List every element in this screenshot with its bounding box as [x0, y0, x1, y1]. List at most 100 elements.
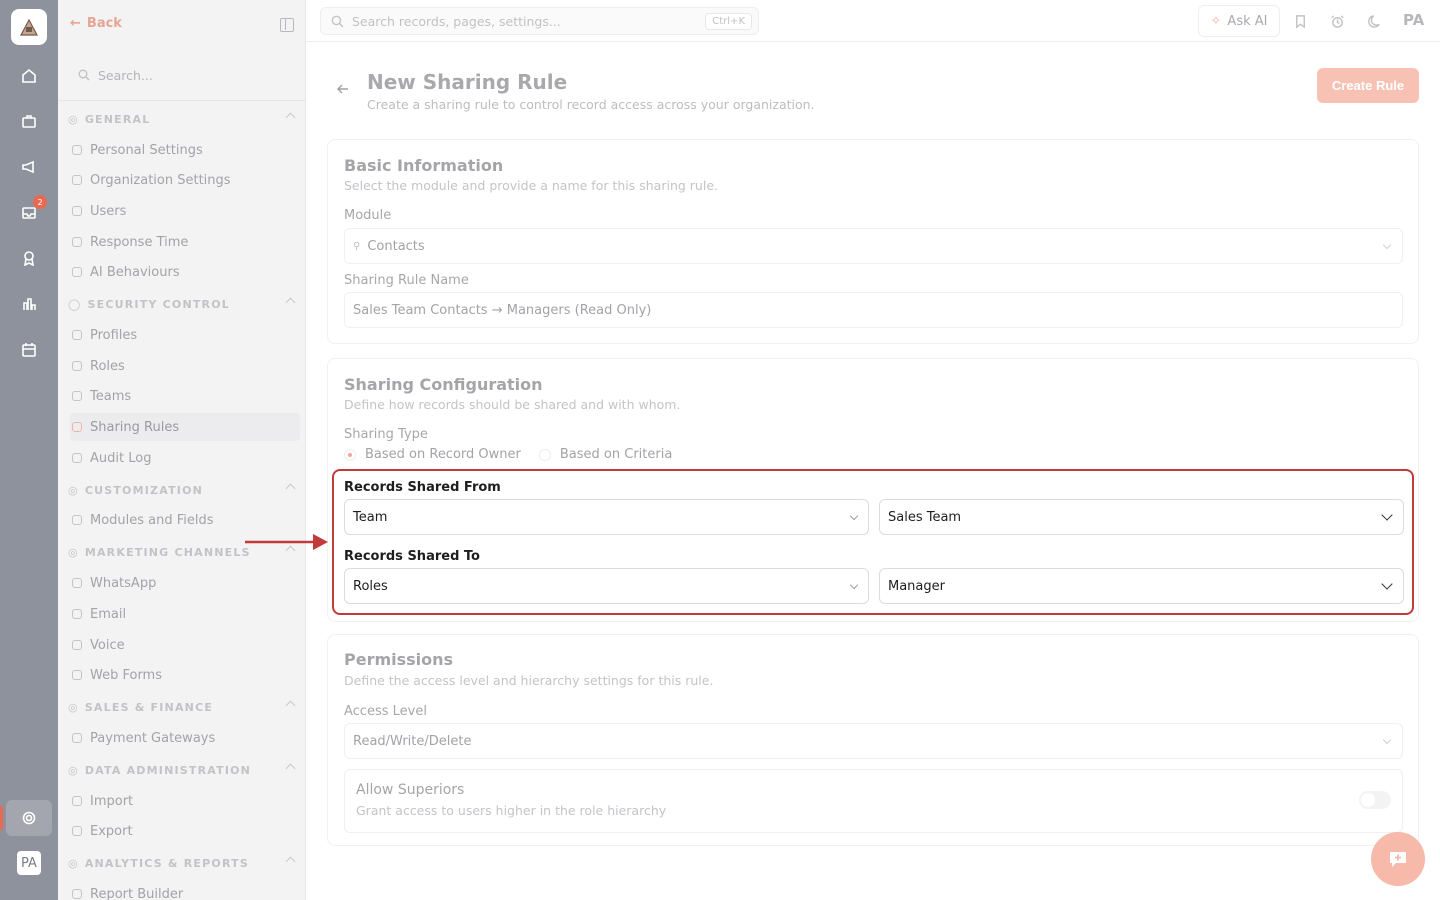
sharing-type-radio-group: Based on Record Owner Based on Criteria [344, 447, 672, 462]
section-customization[interactable]: ◎ CUSTOMIZATION [68, 483, 296, 497]
section-label: MARKETING CHANNELS [84, 546, 251, 559]
bookmark-icon[interactable] [1291, 12, 1309, 30]
shared-to-type-value: Roles [353, 578, 388, 594]
sidebar-item-label: Sharing Rules [90, 419, 180, 435]
megaphone-icon[interactable] [14, 152, 44, 182]
app-logo[interactable] [11, 9, 47, 45]
chart-icon[interactable] [14, 289, 44, 319]
chevron-down-icon [1382, 735, 1392, 745]
sidebar-item-label: Teams [90, 388, 132, 404]
sidebar-item-label: Audit Log [90, 450, 152, 466]
radio-criteria[interactable] [538, 448, 551, 461]
sidebar-item-report-builder[interactable]: Report Builder [70, 880, 300, 900]
sidebar-item-label: Web Forms [90, 667, 162, 683]
sidebar-item-label: Modules and Fields [90, 512, 214, 528]
page-back-icon[interactable] [336, 82, 350, 96]
global-search-input[interactable]: Search records, pages, settings... Ctrl+… [320, 7, 759, 35]
chevron-up-icon [285, 856, 296, 867]
sparkle-icon: ✧ [1210, 13, 1222, 29]
sidebar-item-profiles[interactable]: Profiles [70, 321, 300, 349]
section-security-control[interactable]: ◯ SECURITY CONTROL [68, 297, 296, 311]
records-shared-from-label: Records Shared From [344, 480, 501, 495]
shared-from-value-select[interactable]: Sales Team [879, 499, 1404, 535]
sidebar-item-teams[interactable]: Teams [70, 382, 300, 410]
search-icon [78, 69, 90, 81]
section-analytics-reports[interactable]: ◎ ANALYTICS & REPORTS [68, 856, 296, 870]
section-general[interactable]: ◎ GENERAL [68, 112, 296, 126]
sidebar-item-ai-behaviours[interactable]: AI Behaviours [70, 258, 300, 286]
radio-criteria-label[interactable]: Based on Criteria [560, 447, 672, 462]
shared-to-value-select[interactable]: Manager [879, 568, 1404, 604]
chat-fab-button[interactable] [1371, 832, 1425, 886]
form-icon [72, 670, 82, 680]
sidebar-collapse-icon[interactable] [280, 18, 294, 32]
sidebar-item-whatsapp[interactable]: WhatsApp [70, 569, 300, 597]
calendar-icon[interactable] [14, 335, 44, 365]
sidebar-item-roles[interactable]: Roles [70, 352, 300, 380]
sidebar-search[interactable]: Search... [68, 58, 294, 92]
back-label: Back [86, 16, 122, 31]
section-data-administration[interactable]: ◎ DATA ADMINISTRATION [68, 763, 296, 777]
sidebar-item-export[interactable]: Export [70, 817, 300, 845]
sidebar-item-response-time[interactable]: Response Time [70, 228, 300, 256]
sidebar-item-email[interactable]: Email [70, 600, 300, 628]
shared-to-type-select[interactable]: Roles [344, 568, 869, 604]
team-icon [72, 391, 82, 401]
module-select[interactable]: ⚲ Contacts [344, 228, 1403, 264]
radio-record-owner[interactable] [344, 448, 356, 461]
radio-record-owner-label[interactable]: Based on Record Owner [365, 447, 521, 462]
allow-superiors-toggle[interactable] [1359, 791, 1391, 809]
sidebar-item-import[interactable]: Import [70, 787, 300, 815]
section-label: CUSTOMIZATION [84, 484, 204, 497]
chevron-up-icon [285, 763, 296, 774]
basic-information-card: Basic Information Select the module and … [327, 139, 1419, 344]
sidebar-item-personal-settings[interactable]: Personal Settings [70, 136, 300, 164]
records-sharing-highlight: Records Shared From Team Sales Team Reco… [332, 469, 1414, 615]
global-search-placeholder: Search records, pages, settings... [352, 13, 561, 29]
sidebar-item-label: Personal Settings [90, 142, 203, 158]
sidebar-item-label: Payment Gateways [90, 730, 216, 746]
share-icon [72, 422, 82, 432]
user-icon: ⚲ [353, 240, 361, 252]
back-link[interactable]: ← Back [70, 16, 122, 31]
sharing-rule-name-label: Sharing Rule Name [344, 273, 469, 288]
create-rule-button[interactable]: Create Rule [1317, 68, 1419, 103]
settings-rail-button[interactable] [0, 800, 52, 836]
settings-sidebar: ← Back Search... ◎ GENERAL Personal Setti… [58, 0, 306, 900]
moon-icon[interactable] [1366, 12, 1384, 30]
ask-ai-label: Ask AI [1227, 13, 1268, 29]
award-icon[interactable] [14, 243, 44, 273]
ask-ai-button[interactable]: ✧ Ask AI [1198, 5, 1280, 37]
upload-icon [72, 796, 82, 806]
sidebar-item-label: Profiles [90, 327, 138, 343]
sidebar-item-organization-settings[interactable]: Organization Settings [70, 166, 300, 194]
sidebar-item-sharing-rules[interactable]: Sharing Rules [70, 413, 300, 441]
sidebar-item-users[interactable]: Users [70, 197, 300, 225]
alarm-icon[interactable] [1328, 12, 1346, 30]
mail-icon [72, 609, 82, 619]
building-icon [72, 175, 82, 185]
rail-avatar[interactable]: PA [17, 851, 41, 875]
pointer-arrow-icon [245, 534, 328, 550]
shared-from-type-select[interactable]: Team [344, 499, 869, 535]
inbox-badge: 2 [33, 195, 47, 209]
sidebar-item-payment-gateways[interactable]: Payment Gateways [70, 724, 300, 752]
user-avatar[interactable]: PA [1403, 11, 1424, 29]
sharing-rule-name-input[interactable]: Sales Team Contacts → Managers (Read Onl… [344, 292, 1403, 328]
access-level-select[interactable]: Read/Write/Delete [344, 723, 1403, 759]
chevron-down-icon [1382, 240, 1392, 250]
top-bar: Search records, pages, settings... Ctrl+… [306, 0, 1440, 42]
sidebar-item-web-forms[interactable]: Web Forms [70, 661, 300, 689]
sidebar-item-modules-and-fields[interactable]: Modules and Fields [70, 506, 300, 534]
page-subtitle: Create a sharing rule to control record … [367, 97, 815, 112]
sidebar-item-voice[interactable]: Voice [70, 631, 300, 659]
sidebar-item-label: Roles [90, 358, 125, 374]
briefcase-icon[interactable] [14, 106, 44, 136]
section-sales-finance[interactable]: ◎ SALES & FINANCE [68, 700, 296, 714]
sidebar-item-label: Import [90, 793, 134, 809]
sharing-rule-name-value: Sales Team Contacts → Managers (Read Onl… [353, 302, 652, 318]
sidebar-divider [58, 100, 305, 101]
sidebar-item-audit-log[interactable]: Audit Log [70, 444, 300, 472]
clock-icon [72, 237, 82, 247]
home-icon[interactable] [14, 61, 44, 91]
